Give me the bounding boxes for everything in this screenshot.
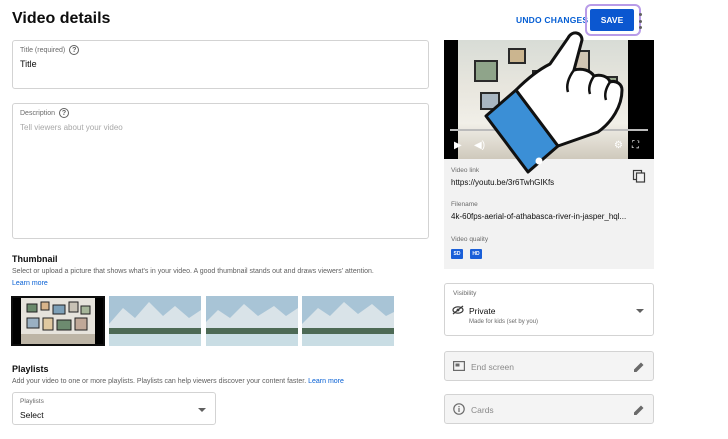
playlists-heading: Playlists — [12, 364, 49, 374]
help-icon[interactable]: ? — [59, 108, 70, 118]
playlists-learn-more-link[interactable]: Learn more — [308, 378, 344, 385]
end-screen-icon — [453, 361, 465, 371]
cards-option[interactable]: Cards — [444, 394, 654, 424]
visibility-subtext: Made for kids (set by you) — [469, 319, 539, 325]
video-link[interactable]: https://youtu.be/3r6TwhGIKfs — [451, 178, 554, 187]
thumbnail-learn-more-link[interactable]: Learn more — [12, 280, 48, 287]
cards-label: Cards — [471, 405, 494, 415]
visibility-select[interactable]: Visibility Private Made for kids (set by… — [444, 283, 654, 336]
title-field[interactable]: Title (required) ? Title — [12, 40, 429, 89]
thumbnail-option-3[interactable] — [206, 296, 298, 346]
playlists-select-label: Playlists — [20, 398, 44, 405]
video-progress-bar[interactable] — [450, 129, 648, 131]
gear-icon[interactable]: ⚙ — [614, 140, 623, 151]
sd-badge: SD — [451, 249, 463, 259]
filename-label: Filename — [451, 201, 478, 208]
video-link-label: Video link — [451, 167, 480, 174]
description-field[interactable]: Description ? Tell viewers about your vi… — [12, 103, 429, 239]
playlists-description: Add your video to one or more playlists.… — [12, 378, 307, 385]
volume-icon[interactable]: ◀) — [474, 140, 485, 151]
pencil-icon[interactable] — [633, 361, 645, 373]
eye-off-icon — [452, 305, 464, 315]
chevron-down-icon — [198, 408, 206, 412]
hd-badge: HD — [470, 249, 482, 259]
thumbnail-description: Select or upload a picture that shows wh… — [12, 268, 374, 275]
end-screen-label: End screen — [471, 362, 514, 372]
thumbnail-option-4[interactable] — [302, 296, 394, 346]
chevron-down-icon — [636, 309, 644, 313]
help-icon[interactable]: ? — [69, 45, 80, 55]
play-icon[interactable]: ▶ — [454, 140, 462, 151]
page-title: Video details — [12, 10, 111, 27]
visibility-label: Visibility — [453, 290, 477, 297]
description-input[interactable]: Tell viewers about your video — [20, 123, 123, 132]
copy-icon[interactable] — [632, 169, 646, 183]
visibility-value: Private — [469, 306, 496, 316]
playlists-select[interactable]: Playlists Select — [12, 392, 216, 425]
thumbnail-option-2[interactable] — [109, 296, 201, 346]
video-quality-label: Video quality — [451, 236, 489, 243]
title-field-label: Title (required) — [20, 46, 66, 54]
playlists-select-value: Select — [20, 410, 44, 420]
info-icon — [453, 403, 465, 415]
filename-value: 4k-60fps-aerial-of-athabasca-river-in-ja… — [451, 212, 627, 221]
video-preview[interactable]: ▶ ◀) ⚙ ⛶ — [444, 40, 654, 159]
thumbnail-option-1[interactable] — [11, 296, 105, 346]
more-options-icon[interactable] — [639, 13, 643, 29]
title-input[interactable]: Title — [20, 59, 37, 69]
thumbnail-heading: Thumbnail — [12, 254, 58, 264]
description-field-label: Description — [20, 109, 56, 117]
fullscreen-icon[interactable]: ⛶ — [632, 140, 639, 151]
pencil-icon[interactable] — [633, 404, 645, 416]
end-screen-option[interactable]: End screen — [444, 351, 654, 381]
undo-changes-button[interactable]: UNDO CHANGES — [516, 15, 588, 25]
save-button[interactable]: SAVE — [590, 9, 634, 31]
